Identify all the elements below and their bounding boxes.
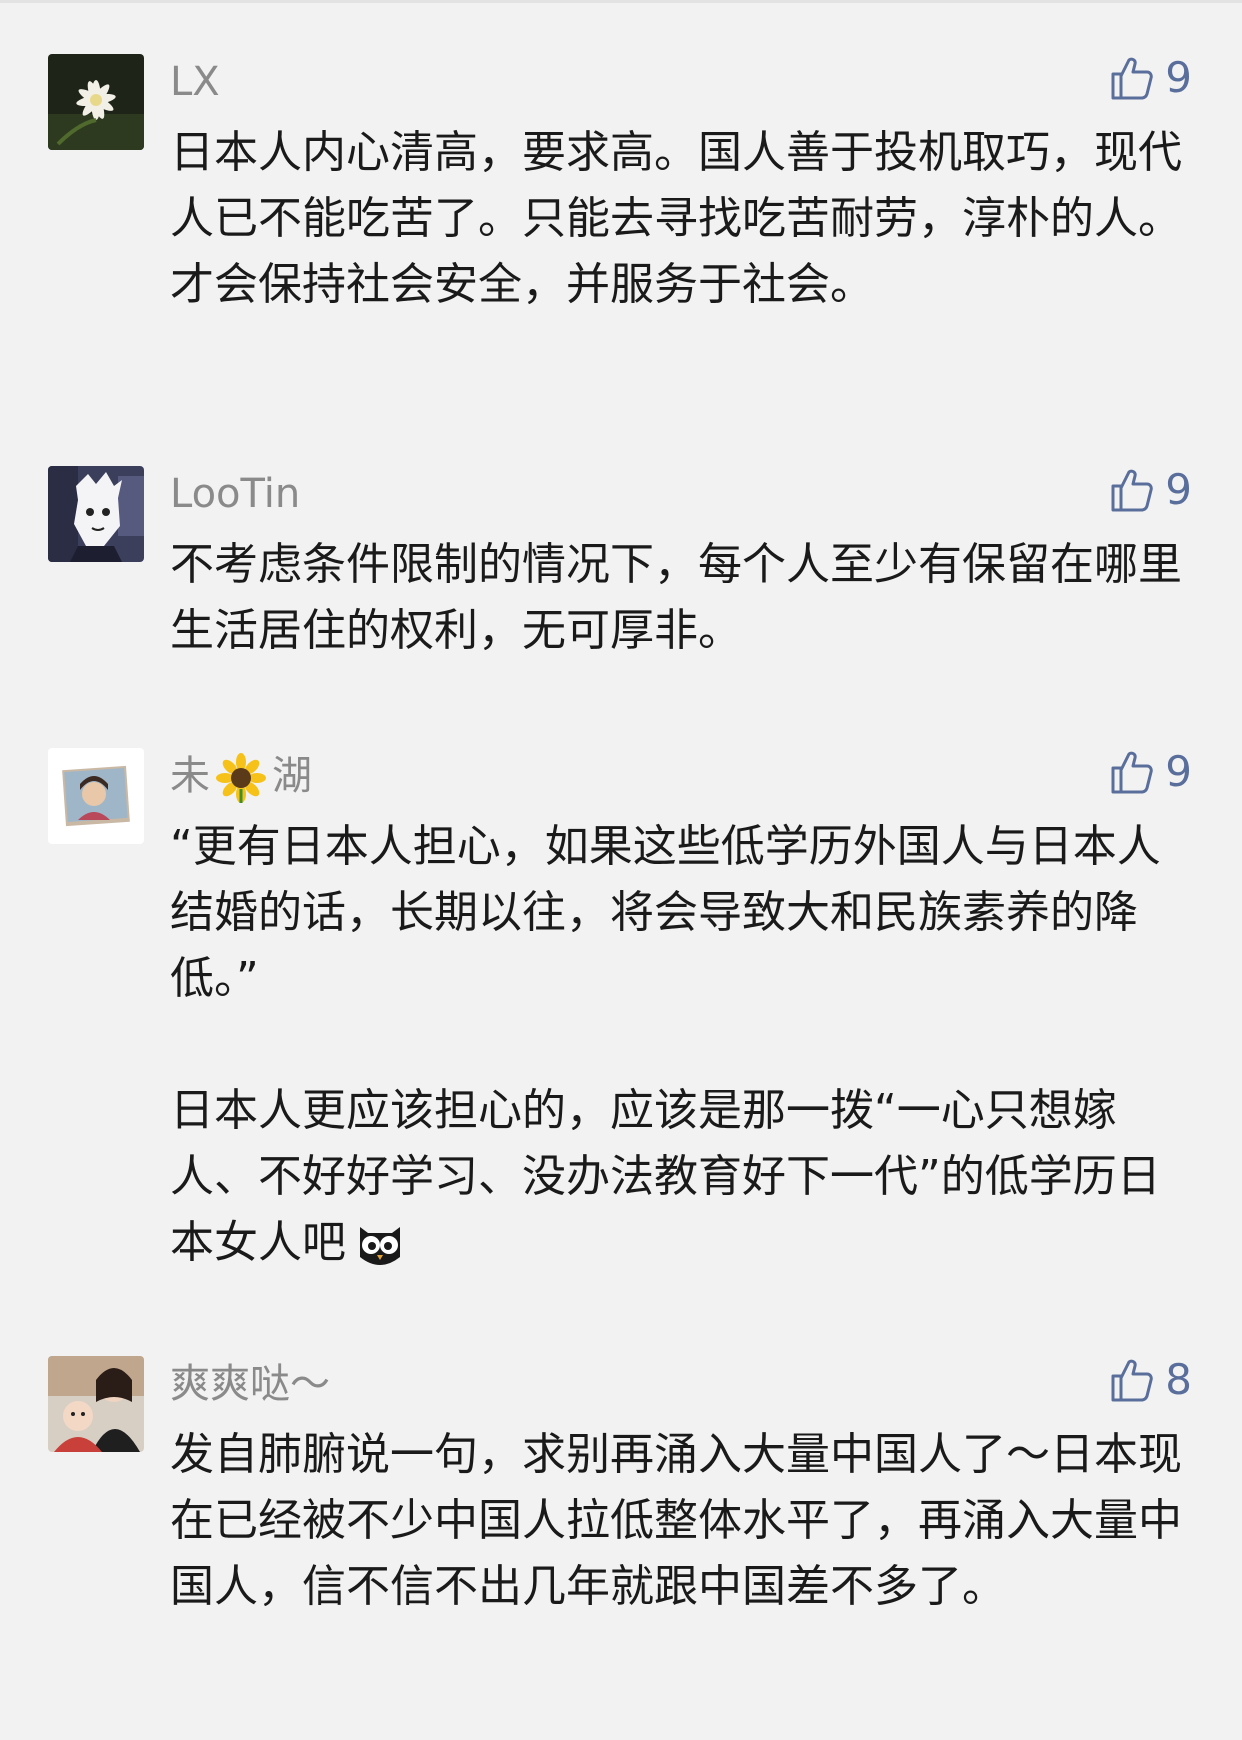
mother-child-avatar-icon [48, 1356, 144, 1452]
like-button[interactable]: 9 [1107, 48, 1192, 108]
like-count: 9 [1165, 747, 1192, 796]
night-flower-avatar-icon [48, 54, 144, 150]
comment-author[interactable]: 爽爽哒～ [170, 1356, 330, 1412]
comment-paragraph: “更有日本人担心，如果这些低学历外国人与日本人结婚的话，长期以往，将会导致大和民… [170, 821, 1161, 1004]
comment-author[interactable]: LooTin [170, 466, 300, 522]
owl-emoji-icon [360, 1227, 400, 1265]
comment-text: 日本人内心清高，要求高。国人善于投机取巧，现代人已不能吃苦了。只能去寻找吃苦耐劳… [170, 120, 1190, 318]
thumbs-up-icon [1111, 1359, 1154, 1402]
comment-text: 发自肺腑说一句，求别再涌入大量中国人了～日本现在已经被不少中国人拉低整体水平了，… [170, 1422, 1190, 1620]
avatar[interactable] [48, 1356, 144, 1452]
like-button[interactable]: 9 [1107, 460, 1192, 520]
anime-character-avatar-icon [48, 466, 144, 562]
thumbs-up-icon [1111, 469, 1154, 512]
comment-text: “更有日本人担心，如果这些低学历外国人与日本人结婚的话，长期以往，将会导致大和民… [170, 814, 1190, 1276]
author-name-prefix: 未 [170, 753, 210, 799]
comment-paragraph: 不考虑条件限制的情况下，每个人至少有保留在哪里生活居住的权利，无可厚非。 [170, 539, 1182, 656]
comment-paragraph: 日本人更应该担心的，应该是那一拨“一心只想嫁人、不好好学习、没办法教育好下一代”… [170, 1078, 1190, 1276]
comment-author[interactable]: 未 湖 [170, 748, 312, 804]
comment-paragraph-text: 日本人更应该担心的，应该是那一拨“一心只想嫁人、不好好学习、没办法教育好下一代”… [170, 1085, 1161, 1268]
thumbs-up-icon [1111, 751, 1154, 794]
like-button[interactable]: 9 [1107, 742, 1192, 802]
like-count: 9 [1165, 53, 1192, 102]
avatar[interactable] [48, 54, 144, 150]
comment-text: 不考虑条件限制的情况下，每个人至少有保留在哪里生活居住的权利，无可厚非。 [170, 532, 1190, 664]
top-divider [0, 0, 1242, 3]
avatar[interactable] [48, 466, 144, 562]
photo-woman-avatar-icon [48, 748, 144, 844]
comment-author[interactable]: LX [170, 54, 220, 110]
like-count: 8 [1165, 1355, 1192, 1404]
avatar[interactable] [48, 748, 144, 844]
like-count: 9 [1165, 465, 1192, 514]
thumbs-up-icon [1111, 57, 1154, 100]
comment-paragraph: 日本人内心清高，要求高。国人善于投机取巧，现代人已不能吃苦了。只能去寻找吃苦耐劳… [170, 127, 1182, 310]
author-name-suffix: 湖 [272, 753, 312, 799]
like-button[interactable]: 8 [1107, 1350, 1192, 1410]
comment-paragraph: 发自肺腑说一句，求别再涌入大量中国人了～日本现在已经被不少中国人拉低整体水平了，… [170, 1429, 1182, 1612]
sunflower-emoji-icon [216, 753, 266, 803]
